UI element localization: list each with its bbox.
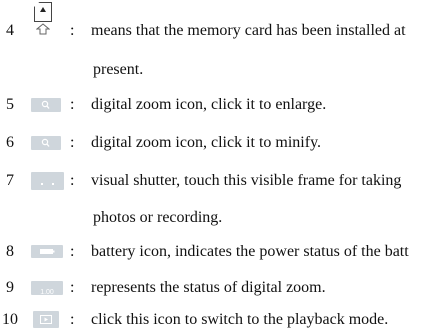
item-number: 10 [2, 311, 18, 328]
separator: : [70, 96, 75, 113]
list-item-continuation: photos or recording. [0, 205, 434, 231]
item-description: digital zoom icon, click it to enlarge. [91, 96, 327, 113]
list-item: 6 : digital zoom icon, click it to minif… [0, 130, 434, 156]
list-item: 7 : visual shutter, touch this visible f… [0, 168, 434, 194]
item-description: digital zoom icon, click it to minify. [91, 134, 322, 151]
shutter-frame-icon [31, 172, 64, 190]
separator: : [70, 243, 75, 260]
item-number: 7 [6, 172, 14, 189]
item-description-continued: present. [93, 61, 144, 78]
item-number: 9 [6, 279, 14, 296]
separator: : [70, 134, 75, 151]
item-description: visual shutter, touch this visible frame… [91, 172, 402, 189]
zoom-level-value: 1.00 [40, 289, 54, 296]
list-item: 9 1.00 : represents the status of digita… [0, 275, 434, 301]
playback-icon [33, 311, 59, 328]
zoom-out-icon [31, 136, 61, 150]
item-number: 8 [6, 243, 14, 260]
sd-card-icon [34, 2, 52, 36]
battery-icon [31, 245, 63, 258]
item-description: represents the status of digital zoom. [91, 279, 326, 296]
list-item: 4 : means that the memory card has been … [0, 2, 434, 44]
list-item: 10 : click this icon to switch to the pl… [0, 307, 434, 333]
list-item: 8 : battery icon, indicates the power st… [0, 239, 434, 265]
item-number: 4 [6, 22, 14, 39]
separator: : [70, 311, 75, 328]
separator: : [70, 22, 75, 39]
item-number: 6 [6, 134, 14, 151]
separator: : [70, 279, 75, 296]
zoom-level-icon: 1.00 [31, 281, 63, 296]
list-item-continuation: present. [0, 57, 434, 83]
item-number: 5 [6, 96, 14, 113]
separator: : [70, 172, 75, 189]
item-description: means that the memory card has been inst… [91, 22, 406, 39]
item-description: click this icon to switch to the playbac… [91, 311, 389, 328]
item-description: battery icon, indicates the power status… [91, 243, 409, 260]
item-description-continued: photos or recording. [93, 209, 223, 226]
list-item: 5 : digital zoom icon, click it to enlar… [0, 92, 434, 118]
zoom-in-icon [31, 98, 61, 112]
